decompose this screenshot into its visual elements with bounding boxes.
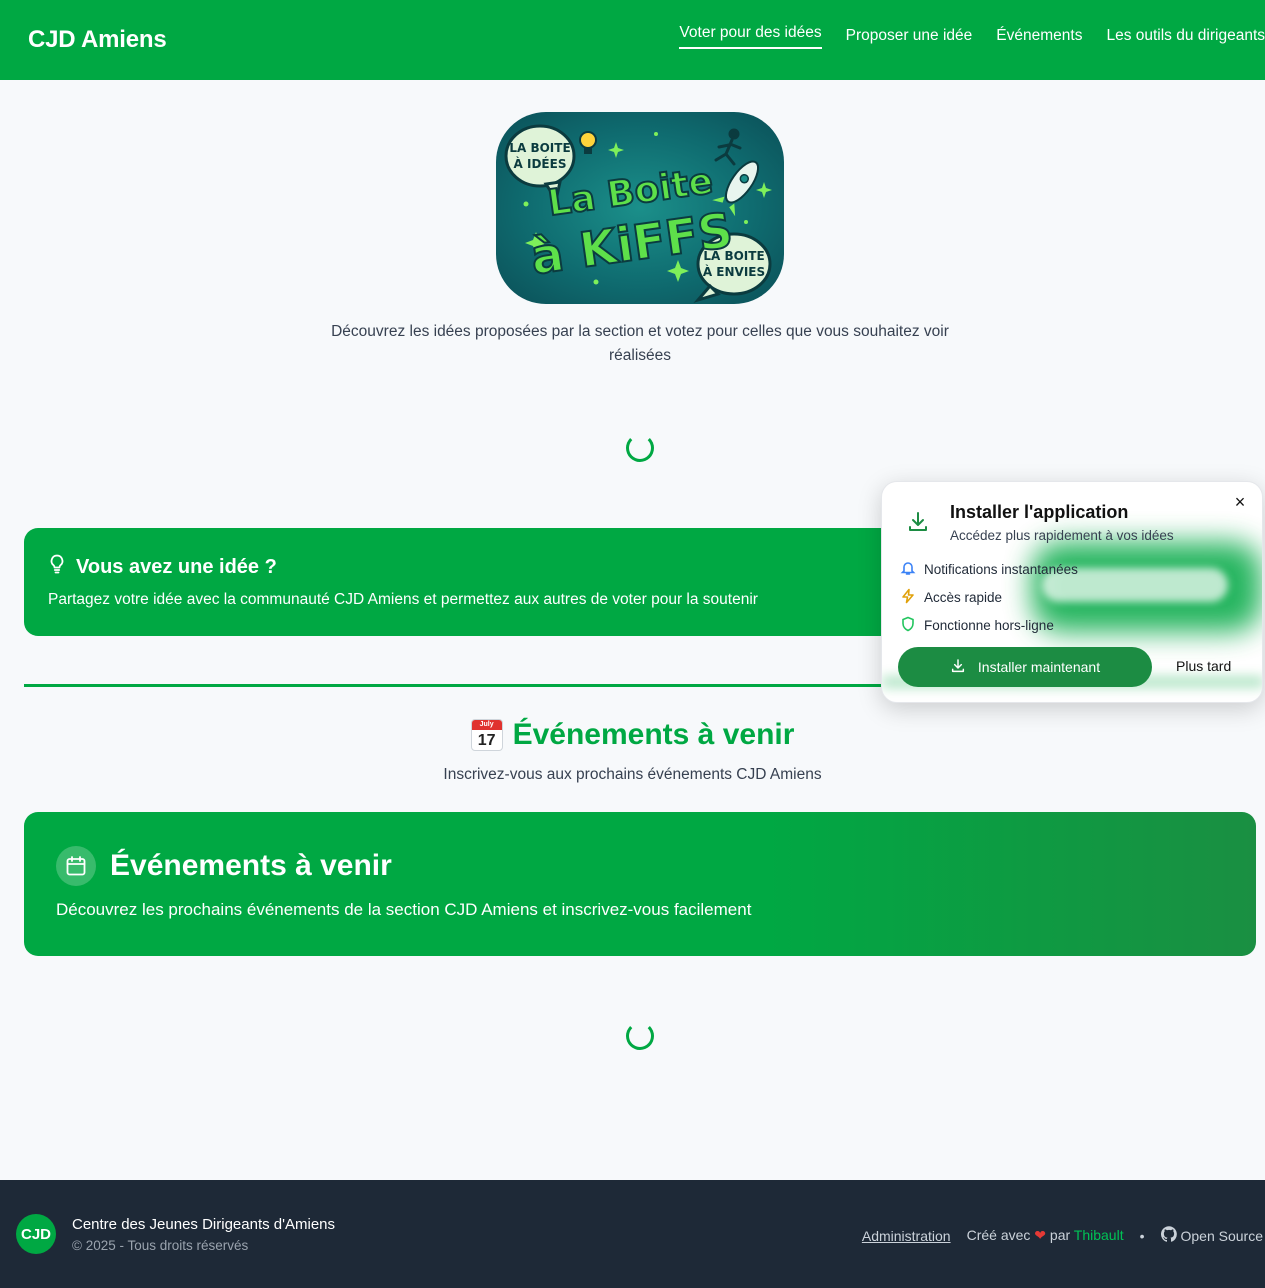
events-heading-text: Événements à venir [512,718,795,751]
logo-bubble-left-line2: À IDÉES [514,156,567,171]
idea-card-title: Vous avez une idée ? [76,555,277,578]
boite-a-kiffs-logo: LA BOITE À IDÉES LA BOITE À ENVIES La Bo… [496,112,784,304]
download-icon [906,510,930,539]
logo-artwork: LA BOITE À IDÉES LA BOITE À ENVIES La Bo… [504,124,772,303]
lightbulb-icon [48,554,66,580]
brand-title[interactable]: CJD Amiens [28,26,167,54]
footer-links: Administration Créé avec ❤ par Thibault … [862,1226,1263,1245]
events-subheading: Inscrivez-vous aux prochains événements … [443,766,822,783]
events-banner-card: Événements à venir Découvrez les prochai… [24,812,1256,956]
separator-dot: • [1139,1227,1145,1244]
loading-spinner-ideas [626,434,654,462]
events-card-title: Événements à venir [110,849,392,882]
events-card-description: Découvrez les prochains événements de la… [56,900,752,919]
github-icon [1160,1226,1177,1245]
open-source-link[interactable]: Open Source [1160,1226,1263,1245]
nav-events[interactable]: Événements [996,27,1082,49]
author-link[interactable]: Thibault [1074,1227,1124,1243]
install-popup-title: Installer l'application [950,502,1129,522]
nav-leader-tools[interactable]: Les outils du dirigeants [1106,27,1265,49]
admin-link[interactable]: Administration [862,1228,951,1244]
footer-copyright: © 2025 - Tous droits réservés [72,1238,249,1253]
logo-bubble-left-line1: LA BOITE [509,141,570,155]
loading-spinner-events [626,1022,654,1050]
idea-card-description: Partagez votre idée avec la communauté C… [48,591,758,608]
main-nav: Voter pour des idées Proposer une idée É… [679,24,1265,49]
calendar-emoji-icon: July 17 [470,719,503,751]
cjd-logo-badge: CJD [16,1214,56,1254]
site-footer: CJD Centre des Jeunes Dirigeants d'Amien… [0,1180,1265,1288]
nav-vote-ideas[interactable]: Voter pour des idées [679,24,822,49]
made-with-credit: Créé avec ❤ par Thibault [966,1227,1124,1243]
calendar-icon [56,846,96,886]
nav-propose-idea[interactable]: Proposer une idée [846,27,973,49]
install-app-popup: × Installer l'application Accédez plus r… [881,481,1263,703]
top-navbar: CJD Amiens Voter pour des idées Proposer… [0,0,1265,80]
feature-notifications: Notifications instantanées [900,560,1078,579]
download-icon [950,658,966,677]
install-now-button[interactable]: Installer maintenant [898,647,1152,687]
heart-icon: ❤ [1034,1227,1047,1243]
shield-icon [900,616,916,635]
close-icon[interactable]: × [1230,492,1250,512]
lightning-icon [900,588,916,607]
feature-offline: Fonctionne hors-ligne [900,616,1054,635]
install-popup-subtitle: Accédez plus rapidement à vos idées [950,528,1174,543]
bell-icon [900,560,916,579]
events-card-heading: Événements à venir [56,846,392,886]
intro-text: Découvrez les idées proposées par la sec… [331,323,949,364]
events-section-heading: July 17 Événements à venir [0,718,1265,752]
footer-org-name: Centre des Jeunes Dirigeants d'Amiens [72,1216,335,1233]
idea-card-heading: Vous avez une idée ? [48,554,277,580]
later-button[interactable]: Plus tard [1176,658,1231,674]
feature-quick-access: Accès rapide [900,588,1002,607]
logo-bubble-right-line2: À ENVIES [703,264,765,279]
